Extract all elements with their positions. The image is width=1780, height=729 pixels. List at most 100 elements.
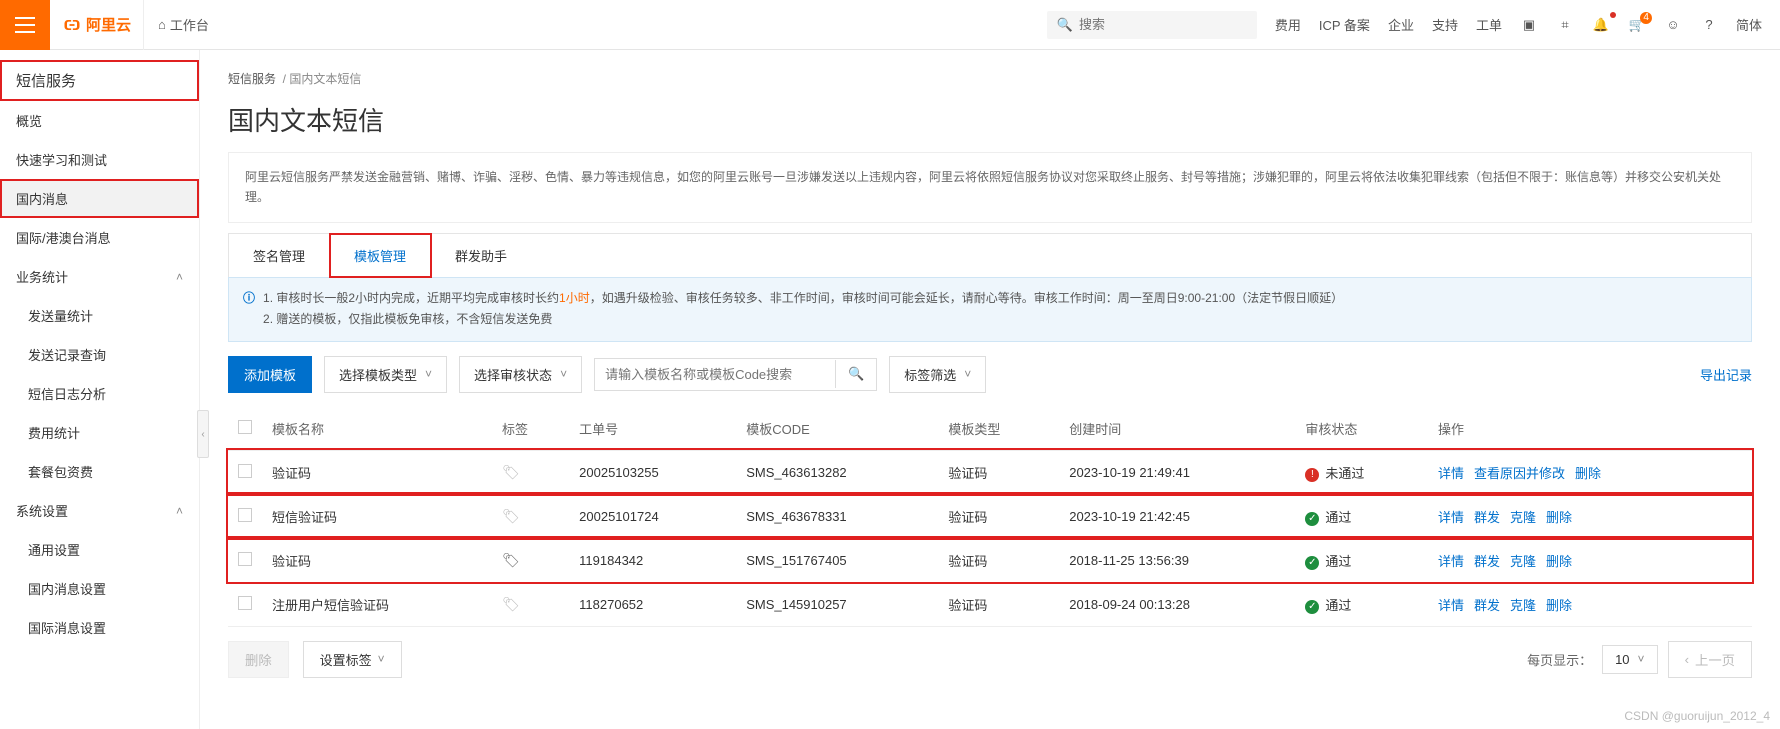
cell-actions: 详情群发克隆删除: [1428, 494, 1752, 538]
cloudshell-icon[interactable]: ▣: [1520, 16, 1538, 34]
sidebar-item-overview[interactable]: 概览: [0, 101, 199, 140]
sidebar-group-biz[interactable]: 业务统计˄: [0, 257, 199, 296]
page-title: 国内文本短信: [228, 101, 1752, 138]
tag-filter-label: 标签筛选: [904, 365, 956, 384]
action-delete[interactable]: 删除: [1546, 510, 1572, 525]
tag-filter[interactable]: 标签筛选 ˅: [889, 356, 986, 393]
action-delete[interactable]: 删除: [1575, 466, 1601, 481]
row-checkbox[interactable]: [238, 464, 252, 478]
row-checkbox[interactable]: [238, 508, 252, 522]
tag-icon[interactable]: 🏷: [502, 552, 520, 568]
sidebar-sub-smslog[interactable]: 短信日志分析: [0, 374, 199, 413]
action-clone[interactable]: 克隆: [1510, 510, 1536, 525]
action-detail[interactable]: 详情: [1438, 554, 1464, 569]
nav-fee[interactable]: 费用: [1275, 15, 1301, 34]
app-icon[interactable]: ⌗: [1556, 16, 1574, 34]
help-icon[interactable]: ?: [1700, 16, 1718, 34]
sidebar-sub-domestic-setting[interactable]: 国内消息设置: [0, 569, 199, 608]
breadcrumb-current: 国内文本短信: [289, 72, 361, 86]
col-time: 创建时间: [1059, 407, 1295, 451]
chevron-down-icon: ˅: [378, 652, 385, 666]
action-group[interactable]: 群发: [1474, 510, 1500, 525]
top-header: 阿里云 ⌂ 工作台 🔍 费用 ICP 备案 企业 支持 工单 ▣ ⌗ 🔔 🛒4 …: [0, 0, 1780, 50]
sidebar-collapse[interactable]: ‹: [197, 410, 209, 458]
user-icon[interactable]: ☺: [1664, 16, 1682, 34]
sidebar-sub-intl-setting[interactable]: 国际消息设置: [0, 608, 199, 647]
select-all-checkbox[interactable]: [238, 420, 252, 434]
tab-signature[interactable]: 签名管理: [229, 234, 330, 277]
sidebar-sub-sendlog[interactable]: 发送记录查询: [0, 335, 199, 374]
tab-template[interactable]: 模板管理: [330, 234, 431, 277]
sidebar-sub-feestat[interactable]: 费用统计: [0, 413, 199, 452]
cell-ticket: 20025101724: [569, 494, 736, 538]
sidebar-sub-general[interactable]: 通用设置: [0, 530, 199, 569]
sidebar-item-intl[interactable]: 国际/港澳台消息: [0, 218, 199, 257]
sidebar-item-domestic[interactable]: 国内消息: [0, 179, 199, 218]
chevron-down-icon: ˅: [1638, 652, 1645, 666]
workbench-link[interactable]: ⌂ 工作台: [143, 0, 223, 50]
cart-icon[interactable]: 🛒4: [1628, 16, 1646, 34]
page-size-select[interactable]: 10˅: [1602, 645, 1657, 674]
info-icon: ⓘ: [243, 288, 255, 331]
breadcrumb-root[interactable]: 短信服务: [228, 72, 276, 86]
action-reason[interactable]: 查看原因并修改: [1474, 466, 1565, 481]
action-clone[interactable]: 克隆: [1510, 554, 1536, 569]
select-audit-status[interactable]: 选择审核状态˅: [459, 356, 582, 393]
sidebar-sub-sendstat[interactable]: 发送量统计: [0, 296, 199, 335]
cell-actions: 详情群发克隆删除: [1428, 538, 1752, 582]
table-row: 注册用户短信验证码 🏷 118270652 SMS_145910257 验证码 …: [228, 582, 1752, 626]
nav-support[interactable]: 支持: [1432, 15, 1458, 34]
tabs: 签名管理 模板管理 群发助手: [228, 233, 1752, 277]
action-delete[interactable]: 删除: [1546, 554, 1572, 569]
tag-icon[interactable]: 🏷: [502, 508, 520, 524]
tag-icon[interactable]: 🏷: [502, 464, 520, 480]
export-link[interactable]: 导出记录: [1700, 365, 1752, 384]
col-ticket: 工单号: [569, 407, 736, 451]
lang-switch[interactable]: 简体: [1736, 15, 1762, 34]
aliyun-icon: [62, 15, 82, 35]
chevron-down-icon: ˅: [560, 367, 567, 381]
action-group[interactable]: 群发: [1474, 598, 1500, 613]
action-detail[interactable]: 详情: [1438, 598, 1464, 613]
add-template-button[interactable]: 添加模板: [228, 356, 312, 393]
nav-icp[interactable]: ICP 备案: [1319, 15, 1370, 34]
chevron-down-icon: ˅: [964, 367, 971, 381]
cell-type: 验证码: [938, 582, 1059, 626]
row-checkbox[interactable]: [238, 596, 252, 610]
batch-delete-button: 删除: [228, 641, 289, 678]
action-delete[interactable]: 删除: [1546, 598, 1572, 613]
bell-icon[interactable]: 🔔: [1592, 16, 1610, 34]
search-input[interactable]: [1079, 17, 1247, 32]
action-clone[interactable]: 克隆: [1510, 598, 1536, 613]
sidebar-item-quicktest[interactable]: 快速学习和测试: [0, 140, 199, 179]
prev-page-button[interactable]: ‹上一页: [1668, 641, 1752, 678]
col-tag: 标签: [492, 407, 569, 451]
hamburger-menu[interactable]: [0, 0, 50, 50]
table-row: 验证码 🏷 119184342 SMS_151767405 验证码 2018-1…: [228, 538, 1752, 582]
action-group[interactable]: 群发: [1474, 554, 1500, 569]
sidebar-title[interactable]: 短信服务: [0, 60, 199, 101]
action-detail[interactable]: 详情: [1438, 510, 1464, 525]
tab-batch[interactable]: 群发助手: [431, 234, 531, 277]
table-row: 短信验证码 🏷 20025101724 SMS_463678331 验证码 20…: [228, 494, 1752, 538]
cell-name: 验证码: [262, 450, 492, 494]
info-text-1b: ，如遇升级检验、审核任务较多、非工作时间，审核时间可能会延长，请耐心等待。审核工…: [590, 291, 1343, 305]
select-template-type[interactable]: 选择模板类型˅: [324, 356, 447, 393]
template-search-input[interactable]: [595, 359, 835, 390]
cell-code: SMS_151767405: [736, 538, 938, 582]
tag-icon[interactable]: 🏷: [502, 596, 520, 612]
set-tag-button[interactable]: 设置标签˅: [303, 641, 402, 678]
info-highlight: 1小时: [559, 291, 590, 305]
policy-notice: 阿里云短信服务严禁发送金融营销、赌博、诈骗、淫秽、色情、暴力等违规信息，如您的阿…: [228, 152, 1752, 223]
nav-enterprise[interactable]: 企业: [1388, 15, 1414, 34]
global-search[interactable]: 🔍: [1047, 11, 1257, 39]
sidebar-group-sys-label: 系统设置: [16, 501, 68, 520]
row-checkbox[interactable]: [238, 552, 252, 566]
sidebar-group-sys[interactable]: 系统设置˄: [0, 491, 199, 530]
search-button[interactable]: 🔍: [835, 360, 876, 388]
nav-ticket[interactable]: 工单: [1476, 15, 1502, 34]
info-text-2: 2. 赠送的模板，仅指此模板免审核，不含短信发送免费: [263, 309, 1343, 331]
action-detail[interactable]: 详情: [1438, 466, 1464, 481]
brand-logo[interactable]: 阿里云: [62, 14, 131, 35]
sidebar-sub-package[interactable]: 套餐包资费: [0, 452, 199, 491]
